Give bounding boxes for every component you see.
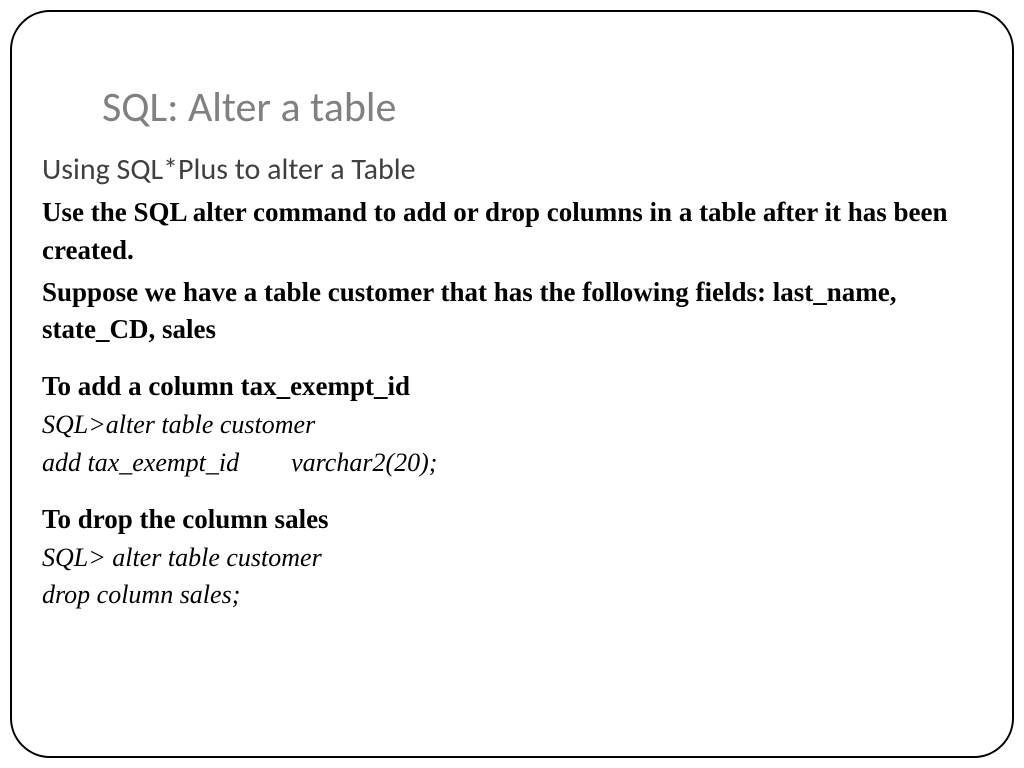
intro-paragraph-2: Suppose we have a table customer that ha… bbox=[42, 274, 982, 350]
slide-title: SQL: Alter a table bbox=[102, 82, 982, 133]
intro-paragraph-1: Use the SQL alter command to add or drop… bbox=[42, 194, 982, 270]
section-heading-drop: To drop the column sales bbox=[42, 504, 982, 535]
slide-subtitle: Using SQL*Plus to alter a Table bbox=[42, 151, 982, 188]
code-drop-line-2: drop column sales; bbox=[42, 576, 982, 614]
section-heading-add: To add a column tax_exempt_id bbox=[42, 371, 982, 402]
code-add-line-1: SQL>alter table customer bbox=[42, 406, 982, 444]
code-drop-line-1: SQL> alter table customer bbox=[42, 539, 982, 577]
code-add-line-2: add tax_exempt_id varchar2(20); bbox=[42, 444, 982, 482]
slide-frame: SQL: Alter a table Using SQL*Plus to alt… bbox=[10, 10, 1014, 758]
